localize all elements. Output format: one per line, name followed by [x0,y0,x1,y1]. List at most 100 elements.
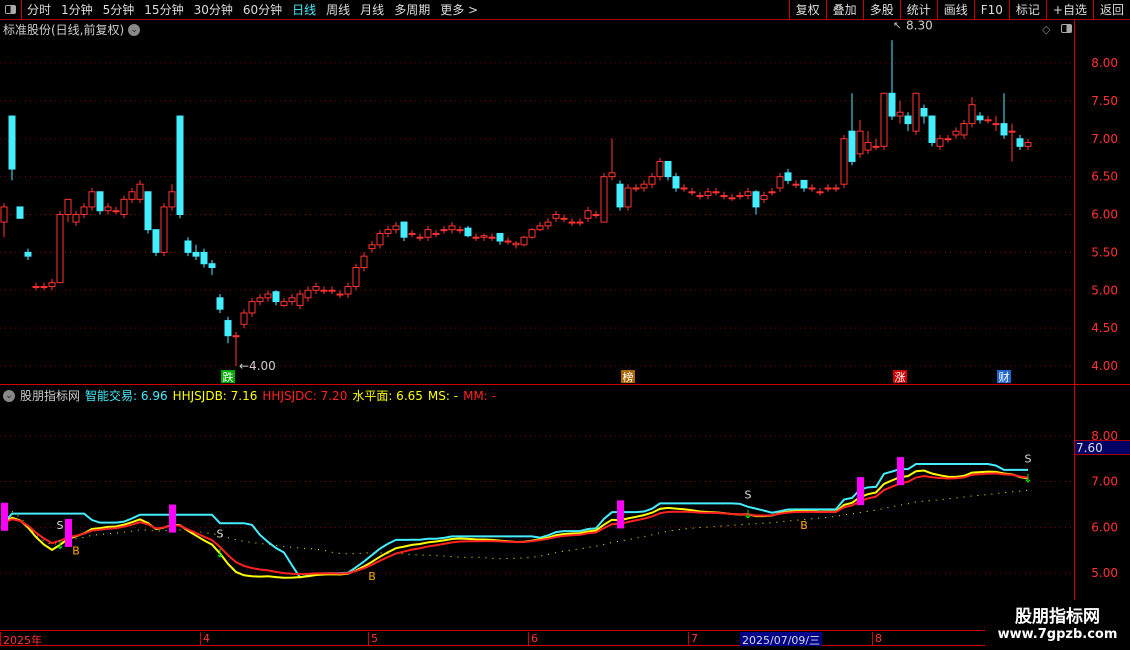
candle-body [632,187,640,190]
price-axis-label: 6.50 [1091,170,1118,184]
indicator-name: 股朋指标网 [20,389,81,403]
candle-body [800,179,808,189]
candle-body [832,187,840,190]
candle-body [640,183,648,189]
candle-body [512,242,520,246]
candle-body [792,183,800,186]
watermark-site: 股朋指标网 [1015,607,1100,627]
price-axis-label: 7.50 [1091,94,1118,108]
candle-body [696,195,704,198]
event-label: 财 [999,370,1010,384]
candle-body [648,176,656,185]
candle-body [608,172,616,178]
candle-body [184,240,192,253]
buy-signal-label: B [368,570,376,583]
candle-body [912,92,920,132]
candle-body [56,214,64,284]
candle-body [736,195,744,198]
candle-body [32,285,40,288]
candle-body [232,335,240,338]
cursor-date-label: 2025/07/09/三 [740,632,823,647]
candle-body [416,236,424,239]
candle-body [72,214,80,223]
candle-body [968,104,976,125]
kline-chart[interactable]: 8.007.507.006.506.005.505.004.504.008.00… [0,0,1130,650]
candle-body [464,227,472,237]
candle-body [424,229,432,238]
candle-body [928,115,936,144]
candle-body [240,312,248,325]
signal-bar [65,518,72,547]
buy-signal-label: B [800,519,808,532]
indicator-value-1: HHJSJDB: 7.16 [172,388,258,403]
candle-body [120,198,128,216]
candle-body [616,183,624,208]
indicator-axis-label: 5.00 [1091,566,1118,580]
candle-body [560,217,568,220]
sell-arrow-icon: ↓ [55,538,65,552]
sell-signal-label: S [57,519,64,532]
candle-body [768,191,776,194]
candle-body [8,115,16,170]
candle-body [864,142,872,151]
signal-bar [857,477,864,506]
candle-body [344,285,352,295]
candle-body [440,229,448,232]
candle-body [824,187,832,190]
max-price-label: 8.30 [906,18,933,32]
candle-body [688,191,696,194]
candle-body [552,214,560,219]
candle-body [728,197,736,200]
candle-body [480,235,488,238]
candle-body [880,92,888,147]
chevron-down-icon[interactable]: ⌄ [3,389,15,402]
watermark: 股朋指标网 www.7gpzb.com [985,600,1130,650]
date-label: 8 [872,632,882,646]
indicator-value-0: 智能交易: 6.96 [85,389,168,403]
candle-body [1008,130,1016,133]
candle-body [992,123,1000,126]
candle-body [536,225,544,231]
candle-body [432,232,440,235]
date-label: 2025年 [0,632,42,647]
date-axis: 2025/07/09/三 2025年 4 5 6 7 8 [0,630,1130,647]
max-arrow-icon: ↖ [893,20,901,31]
event-label: 涨 [895,371,906,384]
candle-body [672,176,680,189]
price-axis-label: 4.50 [1091,321,1118,335]
candle-body [712,191,720,194]
smart-trade-line [3,463,1028,579]
candle-body [272,291,280,303]
candle-body [392,225,400,231]
candle-body [368,244,376,250]
candle-body [192,251,200,257]
candle-body [664,160,672,178]
candle-body [600,176,608,223]
candle-body [760,195,768,200]
candle-body [200,251,208,265]
candle-body [304,289,312,299]
candle-body [448,225,456,231]
hhjsjdc-line [3,472,1029,576]
candle-body [16,206,24,219]
candle-body [784,172,792,181]
candle-body [976,115,984,121]
candle-body [88,191,96,208]
candle-body [288,297,296,303]
candle-body [400,221,408,238]
candle-body [104,206,112,212]
candle-body [944,138,952,141]
indicator-value-2: HHJSJDC: 7.20 [262,388,348,403]
candle-body [1016,138,1024,147]
candle-body [168,191,176,208]
candle-body [40,285,48,288]
candle-body [376,232,384,246]
candle-body [112,210,120,213]
indicator-value-4: MS: - [427,388,459,403]
candle-body [216,297,224,310]
candle-body [224,320,232,337]
candle-body [0,206,8,223]
candle-body [888,92,896,117]
signal-bar [897,457,904,486]
indicator-axis-label: 6.00 [1091,520,1118,534]
